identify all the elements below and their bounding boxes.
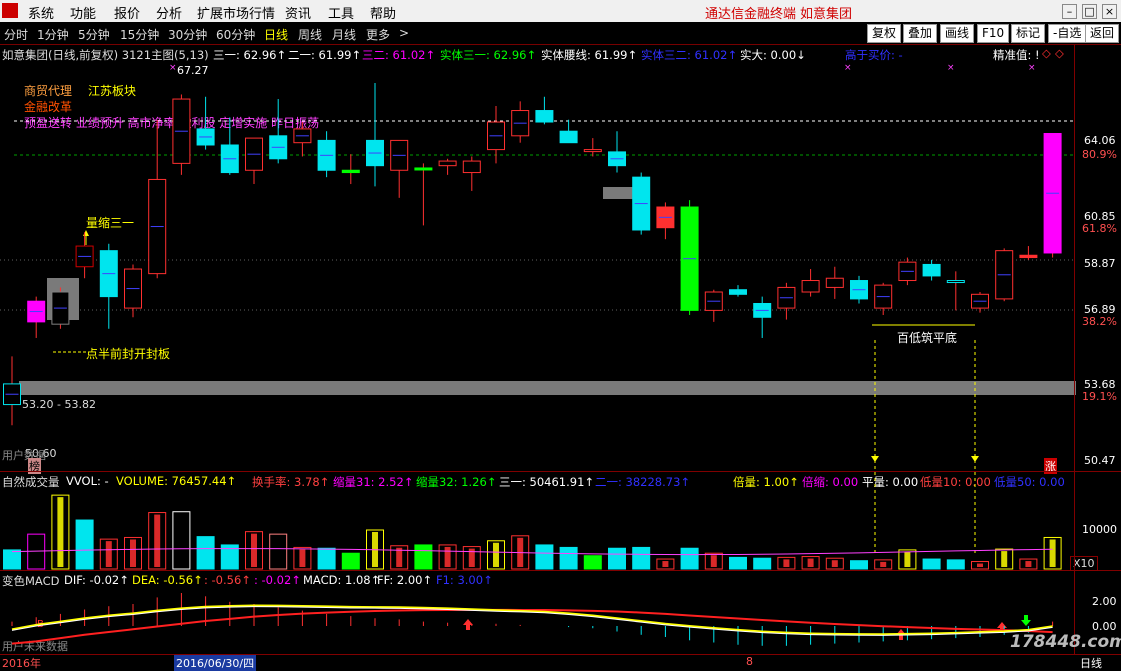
volume-bar [632, 546, 651, 570]
candle-body [825, 277, 844, 288]
candle-body [1019, 254, 1038, 259]
volume-core [299, 549, 306, 567]
support-band [19, 381, 1076, 395]
volume-bar [414, 544, 433, 570]
volume-bar [172, 511, 191, 570]
volume-core [154, 514, 161, 567]
volume-core [977, 563, 983, 567]
up-arrow-icon [83, 230, 89, 236]
watermark: 178448.com [1010, 632, 1121, 652]
volume-core [807, 558, 814, 567]
volume-bar [680, 547, 699, 570]
volume-core [130, 539, 136, 567]
volume-core [783, 559, 790, 567]
volume-bar [196, 536, 215, 570]
volume-core [444, 546, 451, 567]
volume-bar [608, 547, 626, 570]
volume-bar [922, 558, 941, 570]
volume-bar [850, 560, 868, 570]
volume-core [1025, 561, 1032, 567]
stock-chart-canvas[interactable]: × × × × B [0, 0, 1121, 668]
volume-core [662, 561, 669, 567]
volume-core [105, 541, 112, 567]
marker-cross: × [844, 63, 852, 73]
volume-bar [946, 559, 965, 570]
period-label: 日线 [1080, 657, 1102, 670]
candle-body [729, 289, 747, 295]
dea-line [11, 608, 1053, 645]
macd-layer [11, 593, 1054, 646]
candle-body [922, 263, 941, 277]
marker-cross: × [947, 63, 955, 73]
down-arrow-icon [871, 456, 879, 462]
volume-bar [75, 519, 94, 570]
gap-block [603, 187, 637, 199]
volume-core [904, 551, 911, 567]
volume-bar [583, 555, 602, 570]
volume-core [1001, 551, 1008, 567]
candles-layer [3, 82, 1062, 426]
volume-core [251, 533, 257, 567]
candle-body [438, 160, 457, 167]
volume-bar [753, 557, 772, 570]
marker-cross: × [169, 63, 177, 73]
candle-body [462, 160, 481, 174]
date-axis: 2016年 2016/06/30/四 8 日线 [0, 654, 1121, 671]
sell-arrow-icon [1021, 615, 1031, 626]
candle-body [414, 167, 433, 171]
volume-bar [269, 533, 288, 570]
cursor-date-label: 2016/06/30/四 [174, 655, 257, 671]
volume-core [1049, 539, 1056, 567]
year-label: 2016年 [2, 657, 41, 670]
volume-bar [341, 552, 360, 570]
volume-core [710, 555, 717, 567]
candle-body [583, 149, 602, 153]
candle-body [559, 130, 578, 144]
candle-body [341, 169, 360, 174]
volume-layer [3, 494, 1062, 570]
volume-core [831, 560, 838, 567]
volume-bar [535, 544, 554, 570]
volume-core [493, 542, 499, 567]
volume-core [880, 561, 887, 567]
candle-body [946, 280, 965, 284]
month-label: 8 [746, 655, 753, 668]
marker-cross: × [1028, 63, 1036, 73]
candle-body [535, 110, 554, 123]
down-arrow-icon [971, 456, 979, 462]
volume-core [57, 497, 64, 567]
volume-bar [3, 549, 21, 570]
candle-body [801, 280, 820, 293]
volume-bar [559, 546, 578, 570]
axis-divider [1074, 44, 1075, 654]
volume-average-line [11, 548, 1053, 556]
volume-bar [729, 556, 747, 570]
volume-bar [317, 547, 336, 570]
